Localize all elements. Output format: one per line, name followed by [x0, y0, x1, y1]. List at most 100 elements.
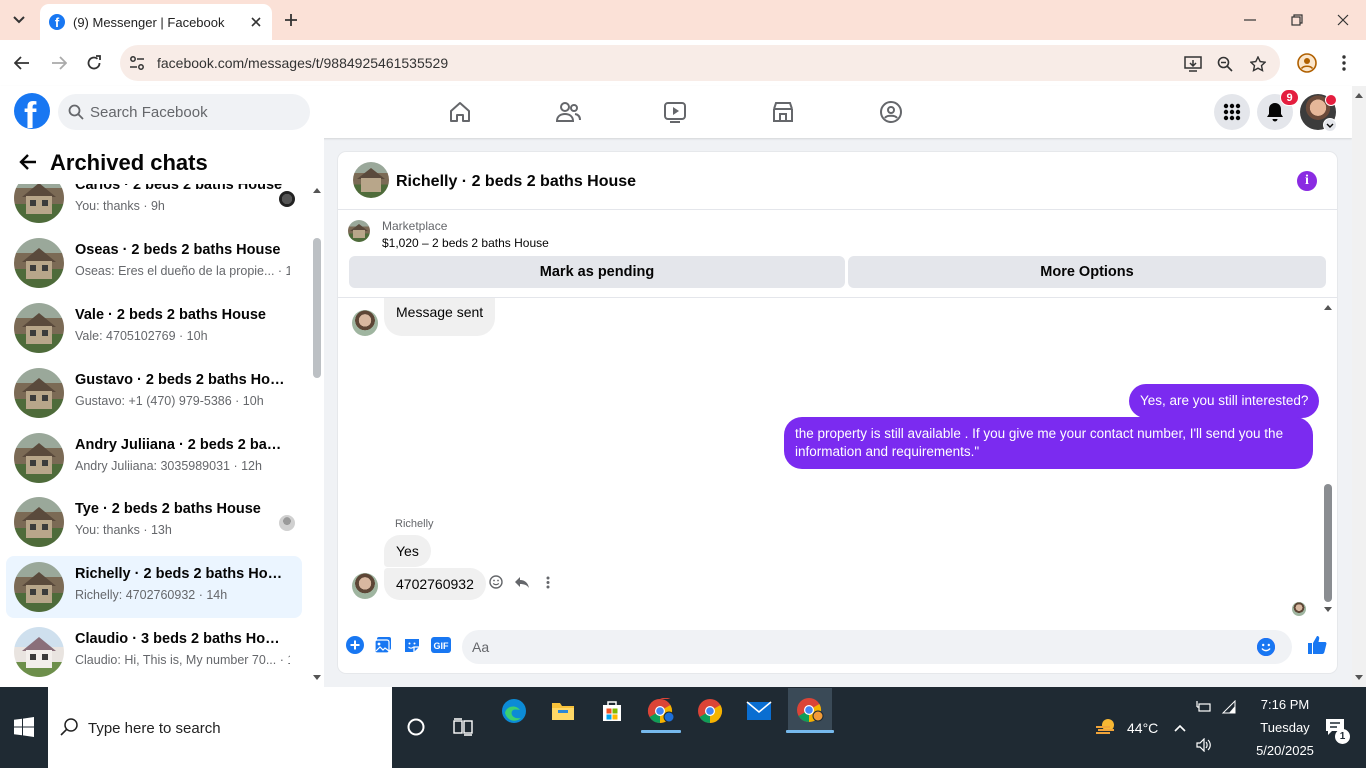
chat-item-vale[interactable]: Vale · 2 beds 2 baths House Vale: 470510…: [6, 297, 302, 359]
restore-button[interactable]: [1285, 8, 1309, 32]
reply-icon[interactable]: [514, 574, 530, 590]
chrome-profile-2-icon[interactable]: [788, 688, 832, 732]
mark-as-pending-button[interactable]: Mark as pending: [349, 256, 845, 288]
clock-time[interactable]: 7:16 PM: [1254, 697, 1316, 712]
plus-circle-icon[interactable]: [345, 635, 365, 655]
windows-start-icon[interactable]: [14, 717, 34, 737]
weather-temp[interactable]: 44°C: [1127, 720, 1158, 736]
zoom-icon[interactable]: [1215, 54, 1235, 74]
minimize-button[interactable]: [1238, 8, 1262, 32]
sticker-icon[interactable]: [402, 635, 422, 655]
profile-icon[interactable]: [1296, 52, 1318, 74]
message-bubble[interactable]: Yes: [384, 535, 431, 567]
svg-text:GIF: GIF: [434, 641, 450, 651]
file-explorer-icon[interactable]: [543, 690, 583, 732]
thread-scroll-up-arrow-icon[interactable]: [1322, 302, 1334, 312]
chat-item-claudio[interactable]: Claudio · 3 beds 2 baths House Claudio: …: [6, 621, 302, 683]
conversation-panel: Richelly · 2 beds 2 baths House i Market…: [338, 152, 1337, 673]
facebook-search[interactable]: [58, 94, 310, 130]
scroll-down-arrow-icon[interactable]: [311, 672, 323, 682]
sender-avatar[interactable]: [352, 573, 378, 599]
message-bubble-outgoing[interactable]: the property is still available . If you…: [784, 417, 1313, 469]
edge-browser-icon[interactable]: [494, 690, 534, 732]
install-app-icon[interactable]: [1183, 54, 1203, 74]
chat-item-oseas[interactable]: Oseas · 2 beds 2 baths House Oseas: Eres…: [6, 232, 302, 294]
facebook-logo[interactable]: f: [14, 93, 50, 129]
chat-item-andry[interactable]: Andry Juliiana · 2 beds 2 baths ... Andr…: [6, 427, 302, 489]
address-bar[interactable]: facebook.com/messages/t/9884925461535529: [120, 45, 1280, 81]
message-bubble[interactable]: 4702760932: [384, 568, 486, 600]
chrome-profile-icon[interactable]: [641, 690, 681, 732]
photo-icon[interactable]: [373, 635, 393, 655]
more-vertical-icon[interactable]: [540, 574, 556, 590]
sidebar-title: Archived chats: [50, 150, 208, 175]
listing-price-title[interactable]: $1,020 – 2 beds 2 baths House: [382, 236, 549, 250]
message-bubble-outgoing[interactable]: Yes, are you still interested?: [1129, 384, 1320, 418]
search-icon: [60, 718, 78, 736]
message-input[interactable]: [472, 637, 1232, 657]
tab-search-button[interactable]: [8, 9, 30, 31]
sidebar-scrollbar-thumb[interactable]: [313, 238, 321, 378]
emoji-icon[interactable]: [1257, 638, 1275, 656]
conversation-title[interactable]: Richelly · 2 beds 2 baths House: [396, 173, 636, 191]
chat-item-tye[interactable]: Tye · 2 beds 2 baths House You: thanks ·…: [6, 491, 302, 553]
taskbar-search-input[interactable]: [88, 717, 378, 739]
weather-icon[interactable]: [1094, 717, 1118, 737]
sender-avatar[interactable]: [352, 310, 378, 336]
clock-date[interactable]: 5/20/2025: [1246, 743, 1324, 758]
menu-button[interactable]: [1214, 94, 1250, 130]
thread-scroll-down-arrow-icon[interactable]: [1322, 604, 1334, 614]
reload-button[interactable]: [83, 52, 105, 74]
wifi-icon[interactable]: [1218, 697, 1238, 717]
back-button[interactable]: [11, 52, 33, 74]
browser-menu-icon[interactable]: [1333, 52, 1355, 74]
show-hidden-icons-icon[interactable]: [1170, 718, 1190, 738]
battery-icon[interactable]: [1194, 697, 1214, 717]
home-nav-button[interactable]: [446, 98, 474, 126]
browser-tab-active[interactable]: f (9) Messenger | Facebook: [40, 4, 272, 40]
bookmark-star-icon[interactable]: [1248, 54, 1268, 74]
page-scrollbar[interactable]: [1352, 86, 1366, 687]
chat-item-carlos[interactable]: Carlos · 2 beds 2 baths House You: thank…: [6, 184, 302, 229]
site-info-icon[interactable]: [128, 54, 146, 72]
clock-day[interactable]: Tuesday: [1254, 720, 1316, 735]
cortana-icon[interactable]: [396, 706, 436, 748]
back-arrow-icon[interactable]: [18, 152, 38, 172]
search-input[interactable]: [90, 102, 300, 122]
video-nav-button[interactable]: [661, 98, 689, 126]
groups-nav-button[interactable]: [877, 98, 905, 126]
task-view-icon[interactable]: [443, 706, 483, 748]
taskbar-search[interactable]: [48, 687, 392, 768]
chrome-icon[interactable]: [690, 690, 730, 732]
page-scroll-down-icon[interactable]: [1354, 672, 1364, 682]
forward-button[interactable]: [48, 52, 70, 74]
listing-thumbnail[interactable]: [348, 220, 370, 242]
message-bubble[interactable]: Message sent: [384, 298, 496, 336]
mail-icon[interactable]: [739, 690, 779, 732]
friends-nav-button[interactable]: [554, 98, 582, 126]
chat-name: Vale · 2 beds 2 baths House: [75, 307, 266, 323]
thread-scrollbar-thumb[interactable]: [1324, 484, 1332, 602]
conversation-avatar[interactable]: [353, 162, 389, 198]
marketplace-nav-button[interactable]: [769, 98, 797, 126]
marketplace-label: Marketplace: [382, 219, 448, 233]
page-scroll-up-icon[interactable]: [1354, 90, 1364, 100]
plus-icon: [285, 14, 297, 26]
close-window-button[interactable]: [1331, 8, 1355, 32]
chevron-down-icon: [13, 16, 25, 24]
chat-list: Carlos · 2 beds 2 baths House You: thank…: [0, 184, 310, 687]
thumbs-up-icon[interactable]: [1306, 634, 1328, 656]
chat-item-richelly[interactable]: Richelly · 2 beds 2 baths House Richelly…: [6, 556, 302, 618]
message-input-wrapper[interactable]: [462, 630, 1292, 664]
microsoft-store-icon[interactable]: [592, 690, 632, 732]
info-icon[interactable]: i: [1297, 171, 1317, 191]
new-tab-button[interactable]: [280, 9, 302, 31]
account-chevron-icon[interactable]: [1323, 118, 1337, 132]
tab-close-icon[interactable]: [246, 12, 266, 32]
chat-item-gustavo[interactable]: Gustavo · 2 beds 2 baths House Gustavo: …: [6, 362, 302, 424]
scroll-up-arrow-icon[interactable]: [311, 185, 323, 195]
react-emoji-icon[interactable]: [488, 574, 504, 590]
more-options-button[interactable]: More Options: [848, 256, 1326, 288]
volume-icon[interactable]: [1194, 735, 1214, 755]
gif-icon[interactable]: GIF: [430, 635, 452, 655]
